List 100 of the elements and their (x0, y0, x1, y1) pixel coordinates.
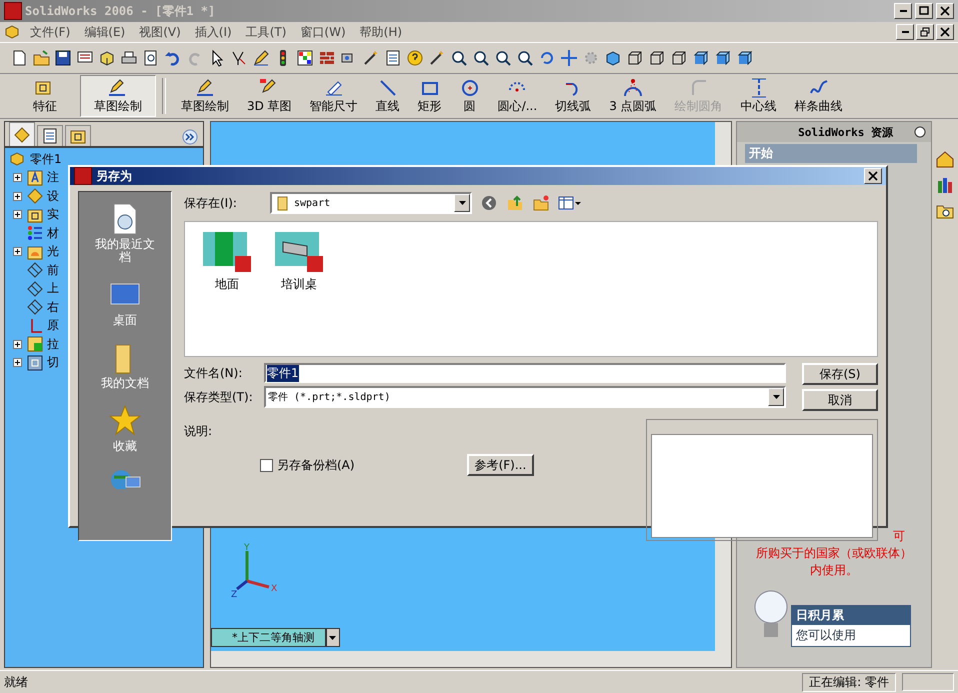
command-group-tab[interactable]: 特征 (10, 76, 80, 116)
toolbar-button[interactable]: 矩形 (408, 76, 451, 116)
panel-tab[interactable] (37, 125, 63, 146)
up-folder-icon[interactable] (506, 194, 524, 212)
expand-icon[interactable] (13, 340, 22, 349)
maximize-button[interactable] (915, 3, 933, 19)
menu-item[interactable]: 编辑(E) (78, 24, 132, 40)
toolbar-button[interactable]: 圆心/... (488, 76, 546, 116)
tree-item[interactable]: 上 (47, 280, 59, 298)
references-button[interactable]: 参考(F)... (466, 454, 534, 476)
toolbar-button[interactable]: 切线弧 (546, 76, 600, 116)
home-icon[interactable] (935, 149, 955, 169)
save-icon[interactable] (54, 49, 72, 67)
open-folder-icon[interactable] (32, 49, 50, 67)
shaded-cube-icon[interactable] (736, 49, 754, 67)
network-globe-icon[interactable] (108, 467, 142, 489)
toolbar-button[interactable]: 草图绘制 (172, 76, 238, 116)
cube-icon[interactable] (604, 49, 622, 67)
dropdown-button[interactable] (326, 628, 340, 647)
close-button[interactable] (864, 168, 882, 184)
shaded-cube-icon[interactable] (692, 49, 710, 67)
toolbar-button[interactable]: 直线 (366, 76, 409, 116)
tree-item[interactable]: 前 (47, 262, 59, 279)
tree-item[interactable]: 设 (47, 188, 59, 205)
restore-button[interactable] (916, 24, 934, 40)
pin-icon[interactable] (913, 125, 927, 139)
rotate-icon[interactable] (538, 49, 556, 67)
star-icon[interactable] (108, 404, 142, 438)
minimize-button[interactable] (896, 24, 914, 40)
menu-item[interactable]: 文件(F) (24, 24, 76, 40)
part-thumbnail-icon[interactable] (201, 230, 253, 274)
wireframe-cube-icon[interactable] (648, 49, 666, 67)
tree-item[interactable]: 光 (47, 243, 59, 260)
shaded-cube-icon[interactable] (714, 49, 732, 67)
menu-item[interactable]: 工具(T) (240, 24, 292, 40)
tree-item[interactable]: 实 (47, 206, 59, 224)
toolbar-button[interactable]: 样条曲线 (786, 76, 852, 116)
part-thumbnail-icon[interactable] (273, 230, 325, 274)
toolbar-button[interactable]: 3 点圆弧 (600, 76, 666, 116)
tree-item[interactable]: 零件1 (30, 150, 62, 168)
toolbar-button[interactable]: 圆 (450, 76, 489, 116)
file-name-field[interactable]: 零件1 (264, 363, 786, 383)
command-group-tab[interactable]: 草图绘制 (80, 75, 156, 117)
backup-checkbox[interactable]: 另存备份档(A) (260, 456, 355, 474)
toolbar-button[interactable]: 3D 草图 (238, 76, 301, 116)
zoom-fit-icon[interactable] (450, 49, 468, 67)
tree-item[interactable]: 原 (47, 317, 59, 334)
box-icon[interactable] (98, 49, 116, 67)
horizontal-scrollbar[interactable] (211, 651, 731, 667)
cancel-button[interactable]: 取消 (802, 389, 878, 411)
expand-icon[interactable] (13, 173, 22, 182)
pan-icon[interactable] (560, 49, 578, 67)
expand-icon[interactable] (13, 210, 22, 220)
place-label[interactable]: 我的最近文档 (90, 238, 160, 264)
brick-icon[interactable] (318, 49, 336, 67)
expand-icon[interactable] (13, 358, 22, 368)
tree-item[interactable]: 右 (47, 298, 59, 316)
view-menu-icon[interactable] (558, 194, 582, 212)
menu-item[interactable]: 插入(I) (188, 24, 238, 40)
toolbar-button[interactable]: 智能尺寸 (300, 76, 367, 116)
folder-dropdown[interactable]: swpart (270, 192, 472, 214)
wireframe-cube-icon[interactable] (626, 49, 644, 67)
expand-icon[interactable] (181, 128, 199, 146)
file-name[interactable]: 培训桌 (281, 276, 317, 293)
panel-tab[interactable] (9, 122, 35, 146)
toolbar-button[interactable]: 中心线 (732, 76, 786, 116)
minimize-button[interactable] (894, 3, 912, 19)
file-type-dropdown[interactable]: 零件 (*.prt;*.sldprt) (264, 386, 786, 408)
wand-icon[interactable] (362, 49, 380, 67)
color-grid-icon[interactable] (296, 49, 314, 67)
checklist-icon[interactable] (384, 49, 402, 67)
expand-icon[interactable] (13, 247, 22, 256)
new-folder-icon[interactable] (532, 194, 550, 212)
pencil-icon[interactable] (252, 49, 270, 67)
tree-item[interactable]: 材 (47, 224, 59, 242)
help-icon[interactable] (406, 49, 424, 67)
place-label[interactable]: 桌面 (90, 314, 160, 327)
library-icon[interactable] (935, 175, 955, 195)
menu-item[interactable]: 视图(V) (133, 24, 187, 40)
back-icon[interactable] (480, 194, 498, 212)
task-pane-title: SolidWorks 资源 (798, 124, 893, 140)
close-button[interactable] (936, 24, 954, 40)
file-name[interactable]: 地面 (215, 276, 239, 293)
wireframe-cube-icon[interactable] (670, 49, 688, 67)
place-label[interactable]: 我的文档 (90, 377, 160, 390)
save-button[interactable]: 保存(S) (802, 363, 878, 385)
zoom-out-icon[interactable] (516, 49, 534, 67)
tree-item[interactable]: 注 (47, 169, 59, 186)
menu-item[interactable]: 帮助(H) (354, 24, 408, 40)
panel-tab[interactable] (65, 125, 91, 146)
menu-item[interactable]: 窗口(W) (294, 24, 352, 40)
zoom-in-icon[interactable] (494, 49, 512, 67)
close-button[interactable] (936, 3, 954, 19)
zoom-window-icon[interactable] (472, 49, 490, 67)
view-name-tab[interactable]: *上下二等角轴测 (211, 628, 326, 647)
wand-icon[interactable] (428, 49, 446, 67)
place-label[interactable]: 收藏 (90, 440, 160, 453)
expand-icon[interactable] (13, 192, 22, 201)
tree-item[interactable]: 拉 (47, 336, 59, 353)
tree-item[interactable]: 切 (47, 354, 59, 372)
